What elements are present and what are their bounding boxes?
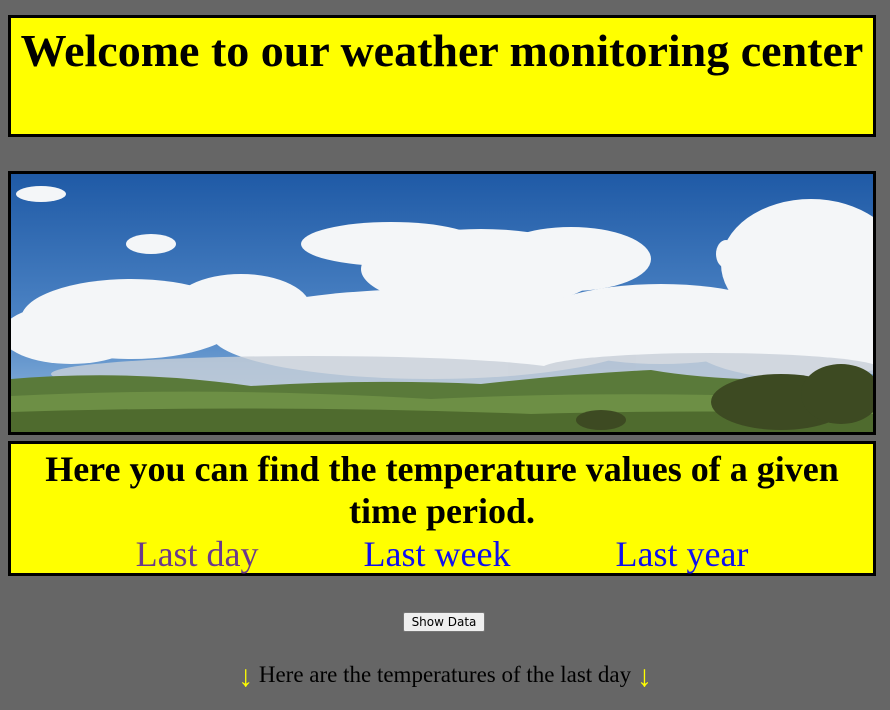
- header-box: Welcome to our weather monitoring center: [8, 15, 876, 137]
- period-heading: Here you can find the temperature values…: [45, 449, 839, 531]
- period-section: Here you can find the temperature values…: [8, 441, 876, 576]
- result-caption: ↓ Here are the temperatures of the last …: [0, 660, 890, 694]
- result-text: Here are the temperatures of the last da…: [258, 662, 632, 687]
- banner-image: [8, 171, 876, 435]
- last-day-link[interactable]: Last day: [136, 534, 259, 574]
- show-data-button[interactable]: Show Data: [403, 612, 485, 632]
- page-title: Welcome to our weather monitoring center: [20, 25, 864, 76]
- down-arrow-icon: ↓: [636, 660, 652, 693]
- sky-landscape-image: [11, 174, 873, 432]
- down-arrow-icon: ↓: [238, 660, 254, 693]
- last-week-link[interactable]: Last week: [364, 534, 511, 574]
- last-year-link[interactable]: Last year: [615, 534, 748, 574]
- period-links: Last day Last week Last year: [11, 534, 873, 574]
